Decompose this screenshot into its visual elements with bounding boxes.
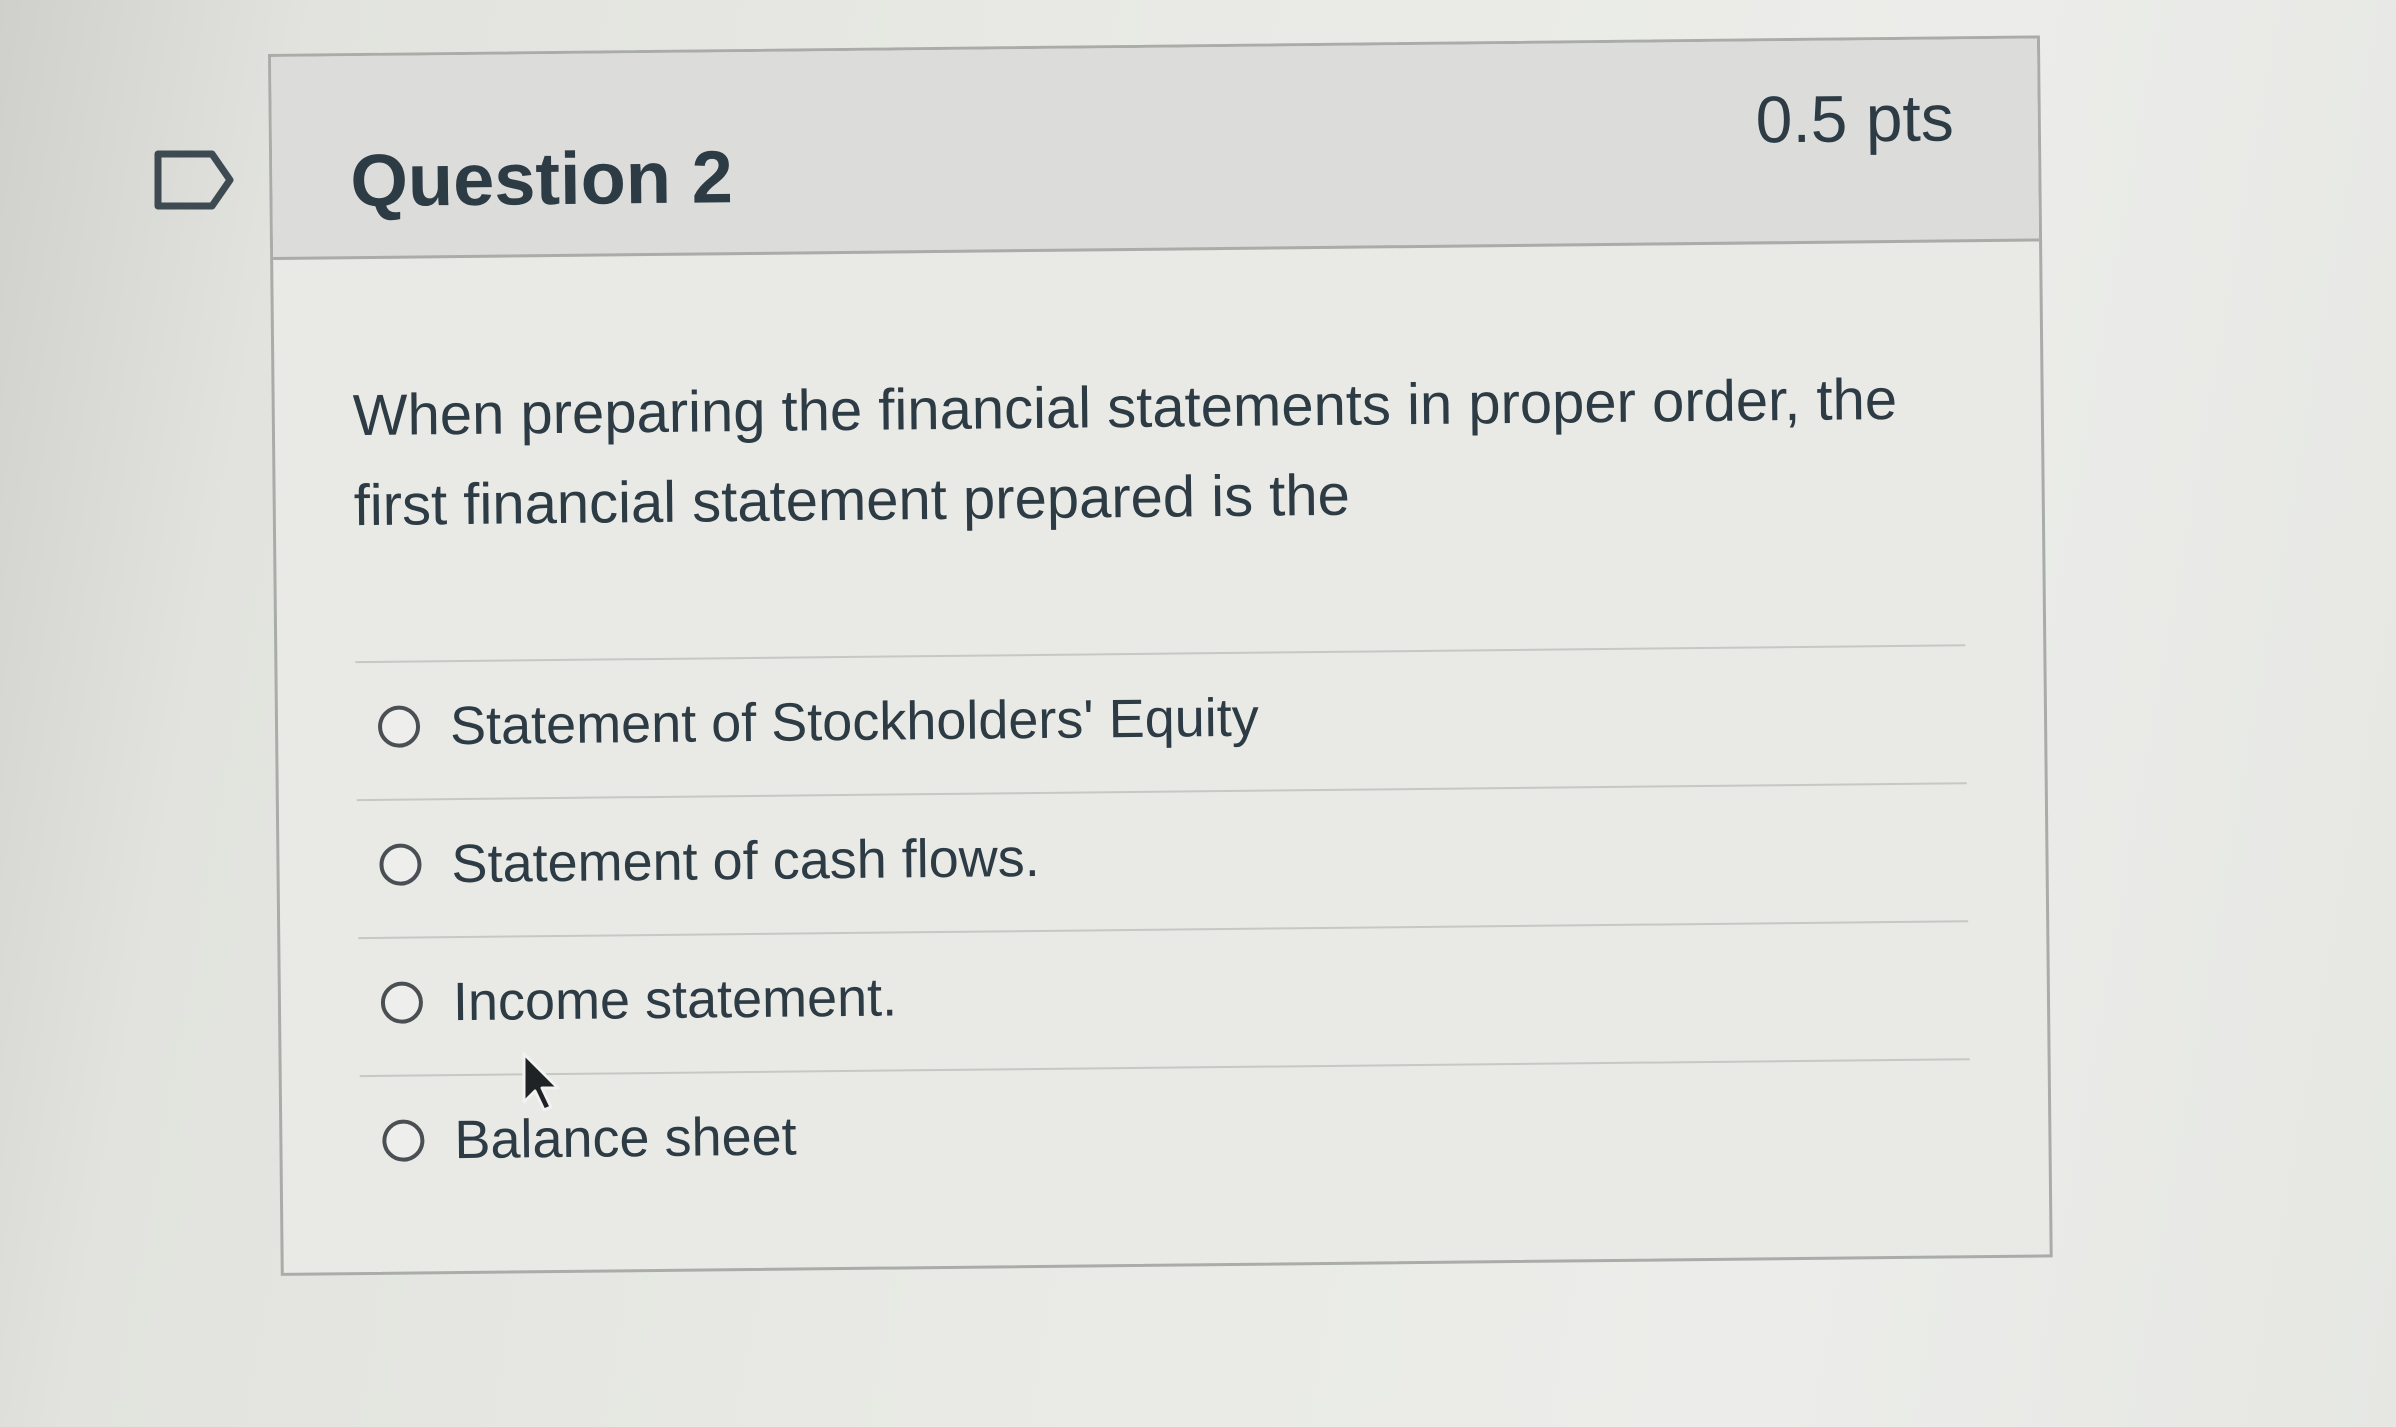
- mouse-pointer-icon: [522, 1052, 560, 1112]
- radio-button[interactable]: [379, 843, 422, 886]
- answer-divider: [358, 920, 1969, 940]
- question-text: When preparing the financial statements …: [352, 366, 1898, 539]
- question-points: 0.5 pts: [1755, 80, 1955, 157]
- question-title: Question 2: [349, 135, 734, 223]
- answer-label: Income statement.: [452, 967, 898, 1033]
- answer-label: Statement of Stockholders' Equity: [449, 687, 1260, 757]
- radio-button[interactable]: [382, 1119, 425, 1162]
- answer-option[interactable]: Statement of Stockholders' Equity: [356, 660, 1967, 777]
- question-body: When preparing the financial statements …: [273, 241, 2050, 1272]
- answer-option[interactable]: Income statement.: [358, 936, 1969, 1053]
- radio-button[interactable]: [380, 981, 424, 1024]
- flag-question-icon[interactable]: [154, 150, 234, 210]
- answer-divider: [356, 782, 1967, 802]
- question-header: Question 2 0.5 pts: [271, 38, 2040, 260]
- answer-divider: [359, 1058, 1970, 1078]
- answer-label: Balance sheet: [454, 1106, 797, 1171]
- radio-button[interactable]: [377, 705, 421, 748]
- answer-label: Statement of cash flows.: [451, 827, 1041, 895]
- answer-option[interactable]: Statement of cash flows.: [357, 798, 1968, 915]
- answer-option[interactable]: Balance sheet: [360, 1074, 1971, 1191]
- answers-top-divider: [355, 644, 1966, 664]
